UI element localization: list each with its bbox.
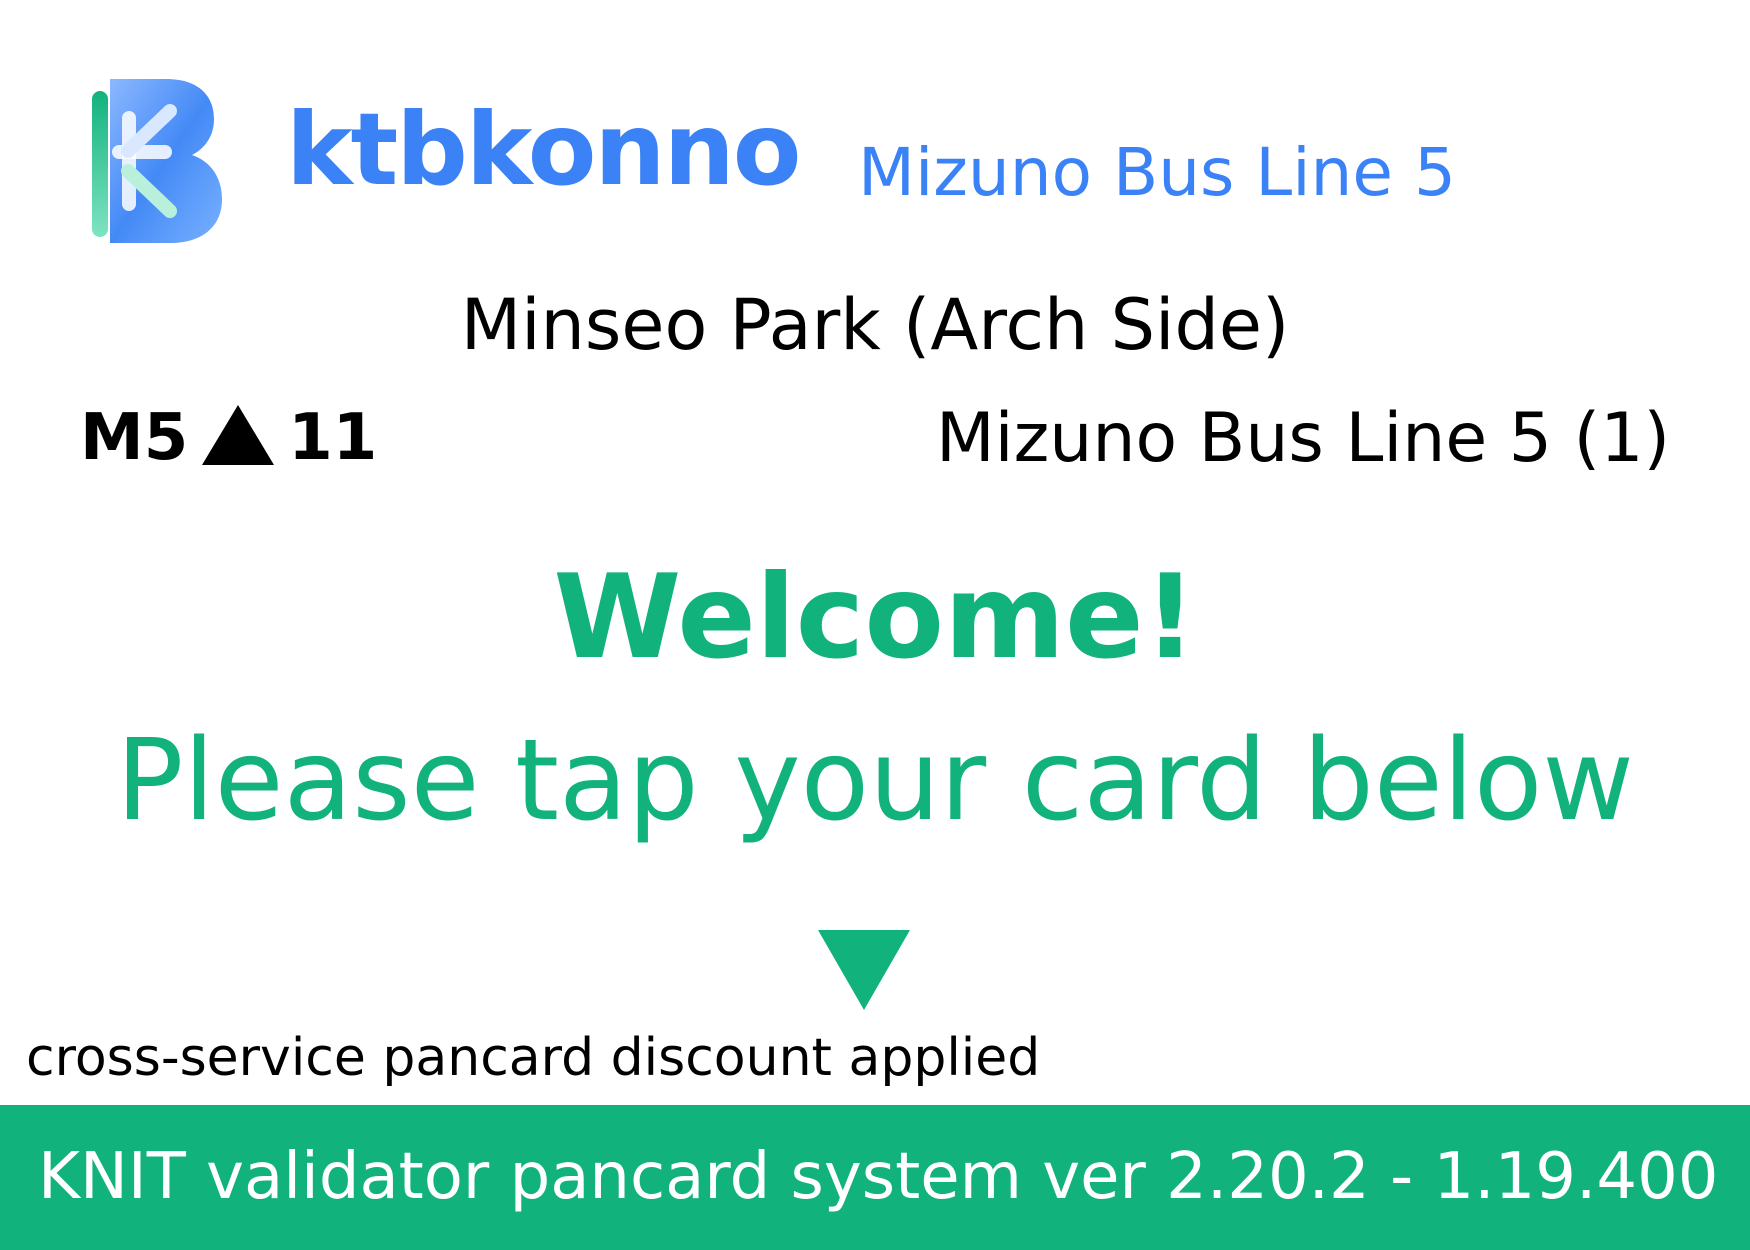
- stop-name: Minseo Park (Arch Side): [460, 284, 1290, 366]
- down-triangle-icon: [818, 930, 910, 1010]
- route-prefix: M5: [80, 401, 189, 475]
- brand-name: ktbkonno: [286, 91, 801, 208]
- discount-note: cross-service pancard discount applied: [26, 1028, 1041, 1088]
- line-title: Mizuno Bus Line 5: [858, 134, 1456, 211]
- system-version: KNIT validator pancard system ver 2.20.2…: [38, 1140, 1719, 1214]
- up-triangle-icon: [202, 405, 275, 465]
- footer-bar: KNIT validator pancard system ver 2.20.2…: [0, 1105, 1750, 1250]
- direction-label: Mizuno Bus Line 5 (1): [936, 399, 1670, 478]
- stop-number: 11: [288, 401, 378, 475]
- welcome-heading: Welcome!: [553, 550, 1197, 685]
- route-code: M5 11: [80, 405, 377, 470]
- ktbkonno-logo-icon: [88, 75, 224, 247]
- tap-card-instruction: Please tap your card below: [116, 716, 1634, 846]
- validator-screen: ktbkonno Mizuno Bus Line 5 Minseo Park (…: [0, 0, 1750, 1250]
